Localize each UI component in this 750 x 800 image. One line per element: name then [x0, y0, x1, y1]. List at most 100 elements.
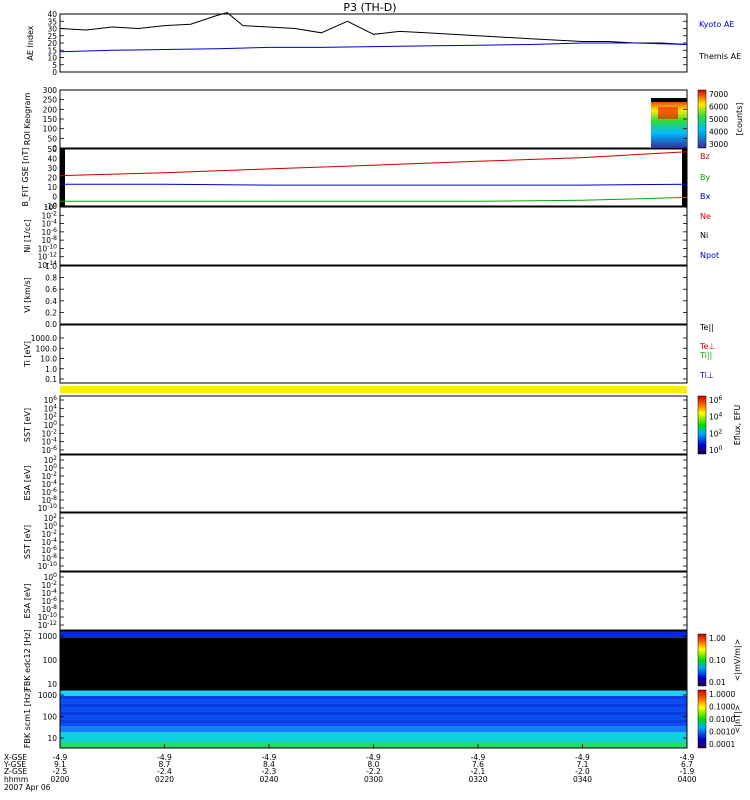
y-tick-label: 10: [47, 183, 57, 192]
fbk-scm-top-band: [60, 690, 687, 696]
ni-y-axis: 10010-210-410-610-810-1010-1210-14: [38, 202, 687, 270]
x-tick-label: 0300: [364, 775, 383, 784]
esa-electron-y-axis: 10010-210-410-610-810-1010-12: [38, 572, 687, 630]
nt-colorbar-ticks: 1.0000 0.1000 0.0100 0.0010 0.0001: [709, 690, 735, 749]
legend-ti-par: Ti||: [699, 351, 712, 360]
esa-ion-ylabel: ESA [eV]: [23, 466, 32, 501]
nt-colorbar: [697, 689, 707, 749]
legend-te-perp: Te⊥: [699, 342, 715, 351]
keogram-ylabel: ROI Keogram: [23, 93, 32, 146]
fbk-scm-ylabel: FBK scm1 [Hz]: [23, 690, 32, 748]
esa-electron-ylabel: ESA [eV]: [23, 584, 32, 619]
panel-fbk-edc12: 1000 100 10 FBK edc12 [Hz] 1.00 0.10 0.01 <|…: [23, 629, 742, 690]
y-tick-label: 20: [47, 174, 57, 183]
colorbar-tick-label: 4000: [709, 128, 728, 137]
sst-ion-ylabel: SST [eV]: [23, 408, 32, 442]
kyoto-ae-line: [59, 12, 688, 45]
ti-ylabel: Ti [eV]: [23, 341, 32, 368]
y-tick-label: 0.1: [45, 375, 57, 384]
vi-y-axis: 0.0 0.2 0.4 0.6 0.8 1.0: [45, 262, 687, 329]
colorbar-tick-label: 3000: [709, 140, 728, 149]
y-tick-label: 10: [47, 680, 57, 689]
panel-frame: [59, 571, 688, 631]
y-tick-label: 10-6: [41, 445, 57, 455]
colorbar-tick-label: 0.0010: [709, 728, 735, 737]
chart-title: P3 (TH-D): [343, 1, 396, 14]
fbk-scm-low-band: [60, 732, 687, 742]
y-tick-label: 10-10: [38, 561, 58, 571]
panel-ni: 10010-210-410-610-810-1010-1210-14 Ni [1…: [23, 202, 719, 270]
eflux-colorbar-label: Eflux, EFU: [733, 405, 742, 446]
panel-vi: 0.0 0.2 0.4 0.6 0.8 1.0 Vi [km/s]: [23, 262, 688, 329]
legend-ni: Ni: [700, 231, 708, 240]
keogram-y-axis: 050100150200250300: [43, 86, 687, 153]
x-tick-label: 0220: [155, 775, 174, 784]
keogram-colorbar-label: [counts]: [735, 103, 744, 136]
x-tick-label: 0400: [677, 775, 696, 784]
y-tick-label: 0.4: [45, 297, 57, 306]
y-tick-label: 40: [47, 155, 57, 164]
colorbar-tick-label: 6000: [709, 103, 728, 112]
colorbar-tick-label: 7000: [709, 90, 728, 99]
y-tick-label: 100: [43, 125, 58, 134]
panel-fbk-scm1: 1000 100 10 FBK scm1 [Hz] 1.0000 0.1000 0.01…: [23, 689, 742, 749]
panel-frame: [59, 89, 688, 149]
y-tick-label: 1000: [38, 691, 57, 700]
fbk-edc-ylabel: FBK edc12 [Hz]: [23, 629, 32, 690]
panel-frame: [59, 265, 688, 325]
mvm-colorbar-ticks: 1.00 0.10 0.01: [709, 634, 726, 687]
y-tick-label: 1.0: [45, 262, 57, 271]
fbk-edc-black-fill: [60, 631, 687, 689]
colorbar-tick-label: 1.00: [709, 634, 726, 643]
y-tick-label: 100.0: [36, 344, 58, 353]
colorbar-tick-label: 5000: [709, 115, 728, 124]
by-line: [60, 196, 688, 202]
y-tick-label: 200: [43, 105, 58, 114]
y-tick-label: 1000: [38, 632, 57, 641]
panel-frame: [59, 206, 688, 266]
y-tick-label: 0.8: [45, 274, 57, 283]
legend-bx: Bx: [700, 192, 710, 201]
y-tick-label: 1000.0: [31, 334, 57, 343]
sst-electron-y-axis: 10210010-210-410-610-810-10: [38, 513, 687, 571]
x-tick-label: 0240: [259, 775, 278, 784]
legend-te-par: Te||: [699, 323, 714, 332]
y-tick-label: 1.0: [45, 365, 57, 374]
bx-line: [60, 183, 688, 186]
legend-themis-ae: Themis AE: [698, 52, 741, 61]
x-tick-label: 0320: [468, 775, 487, 784]
fbk-edc-top-band: [60, 631, 687, 638]
yellow-data-band: [60, 386, 687, 393]
legend-ne: Ne: [700, 212, 711, 221]
colorbar-tick-label: 0.0001: [709, 740, 735, 749]
y-tick-label: 10-10: [38, 503, 58, 513]
x-tick-label: 0200: [50, 775, 69, 784]
y-tick-label: 30: [47, 164, 57, 173]
y-tick-label: 100: [43, 713, 58, 722]
panel-frame: [59, 324, 688, 384]
panel-ae-index: 0510152025303540 AE Index Kyoto AE Themi…: [26, 10, 741, 77]
legend-by: By: [700, 173, 710, 182]
legend-kyoto-ae: Kyoto AE: [699, 20, 734, 29]
bz-line: [59, 151, 688, 177]
y-tick-label: 0.0: [45, 320, 57, 329]
colorbar-tick-label: 0.0100: [709, 715, 735, 724]
nt-colorbar-label: <|nT|>: [733, 705, 742, 734]
y-tick-label: 150: [43, 115, 58, 124]
eflux-colorbar: [697, 395, 707, 455]
y-tick-label: 0.6: [45, 285, 57, 294]
y-tick-label: 50: [47, 134, 57, 143]
themis-summary-plot: P3 (TH-D) 0510152025303540 AE Index Kyot…: [3, 1, 744, 792]
keogram-image: [651, 98, 687, 148]
y-tick-label: 0: [52, 193, 57, 202]
y-tick-label: 100: [43, 656, 58, 665]
vi-ylabel: Vi [km/s]: [23, 277, 32, 313]
legend-npot: Npot: [700, 251, 719, 260]
ae-ylabel: AE Index: [26, 25, 35, 60]
panel-sst-electron: 10210010-210-410-610-810-10 SST [eV]: [23, 512, 688, 572]
colorbar-tick-label: 0.01: [709, 678, 726, 687]
ti-y-axis: 0.11.010.0 100.01000.0: [31, 334, 687, 384]
panel-frame: [59, 148, 688, 207]
panel-frame: [59, 395, 688, 455]
panel-ti: 0.11.010.0 100.01000.0 Ti [eV] Te|| Te⊥ T…: [23, 323, 715, 384]
